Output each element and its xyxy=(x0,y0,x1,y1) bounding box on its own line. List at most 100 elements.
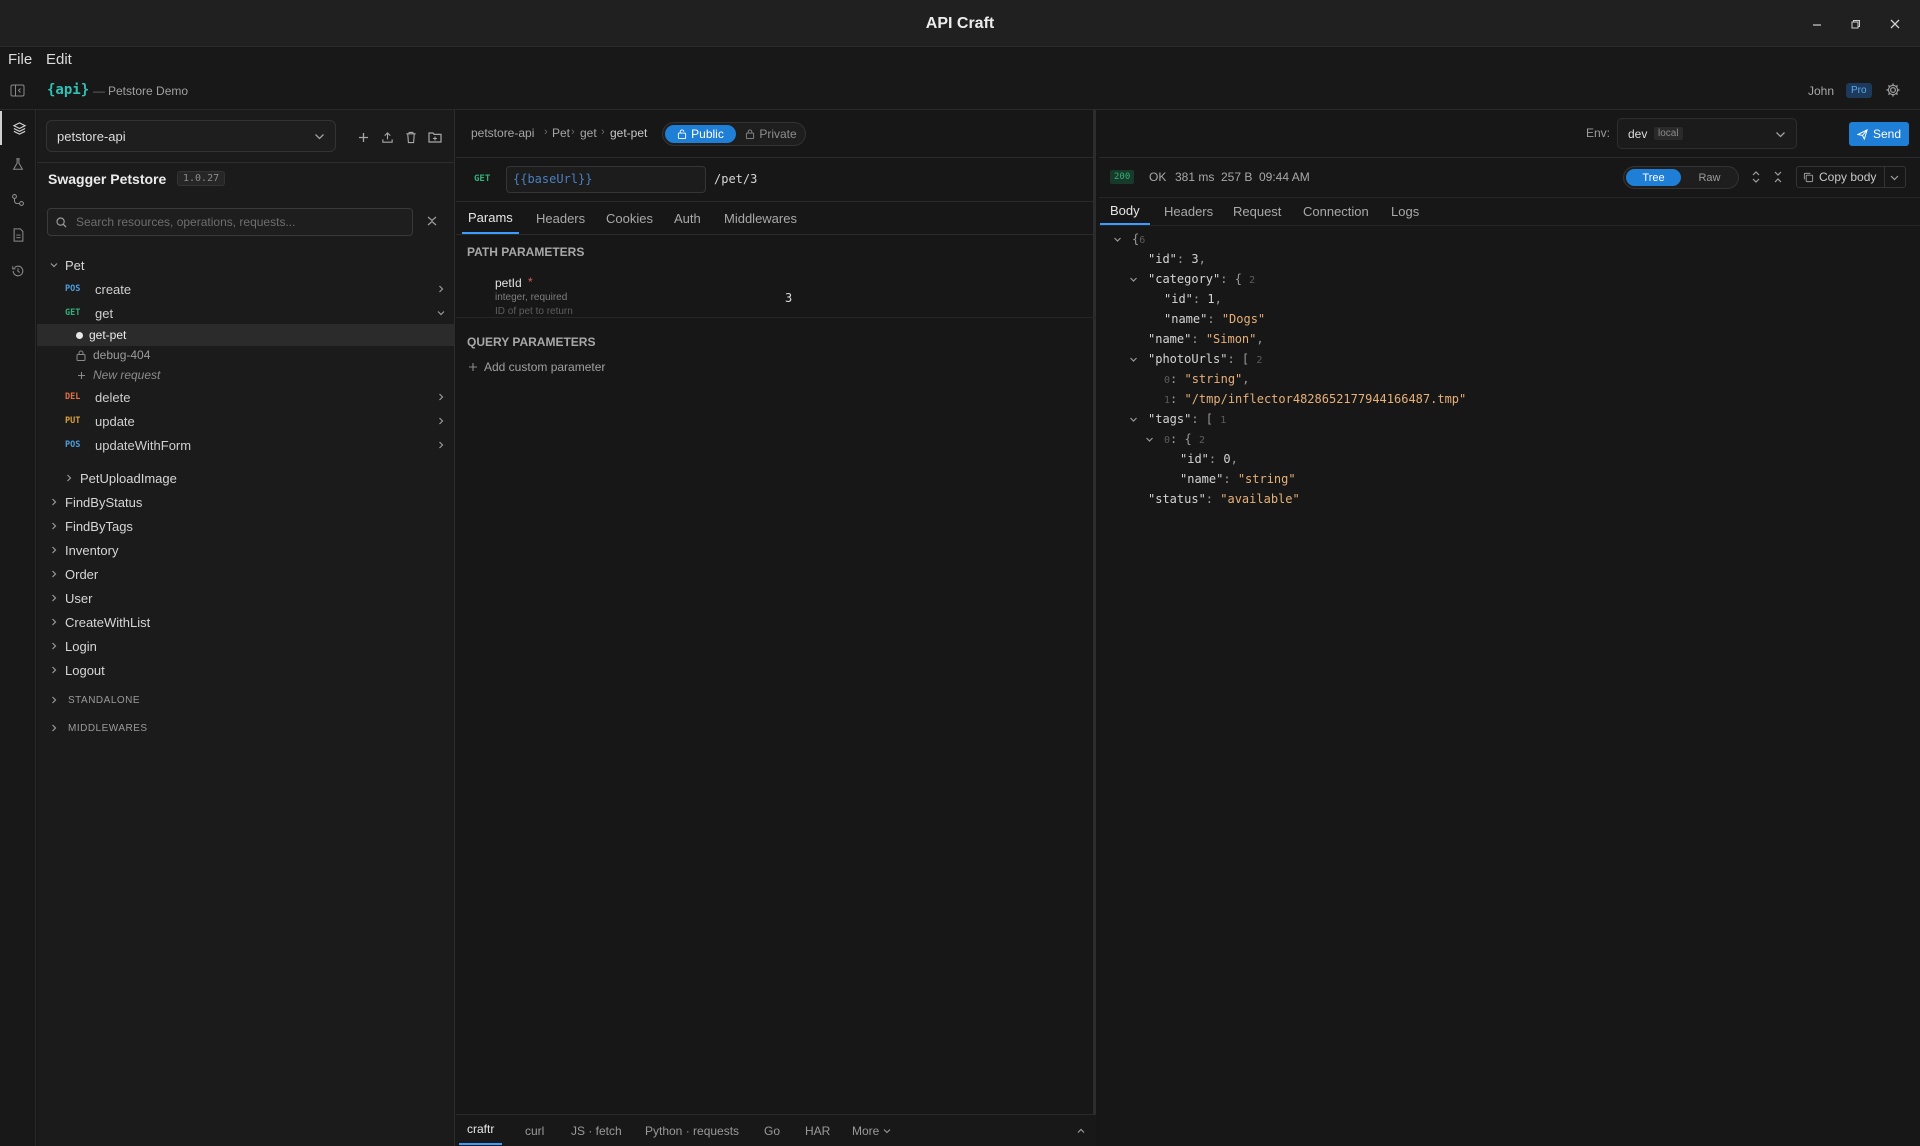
env-select[interactable]: dev local xyxy=(1617,118,1797,149)
operation-update[interactable]: PUT update xyxy=(37,410,455,432)
operation-get[interactable]: GET get xyxy=(37,302,455,324)
code-tab-python-requests[interactable]: Python · requests xyxy=(645,1124,739,1138)
code-tab-go[interactable]: Go xyxy=(764,1124,780,1138)
request-debug-404[interactable]: debug-404 xyxy=(37,344,455,366)
section-middlewares[interactable]: MIDDLEWARES xyxy=(37,717,455,739)
resource-pet[interactable]: Pet xyxy=(37,254,455,276)
chevron-down-icon[interactable] xyxy=(1129,355,1138,364)
json-line: 0: { 2 xyxy=(1164,430,1205,448)
visibility-toggle: Public Private xyxy=(662,122,806,146)
tab-label: Body xyxy=(1110,203,1140,218)
tab-auth[interactable]: Auth xyxy=(674,202,701,234)
tab-middlewares[interactable]: Middlewares xyxy=(724,202,797,234)
status-code-badge: 200 xyxy=(1110,170,1135,184)
json-line: "id": 0, xyxy=(1180,450,1238,468)
breadcrumb-item[interactable]: petstore-api xyxy=(471,126,534,140)
chevron-up-icon[interactable] xyxy=(1076,1126,1086,1136)
code-tab-curl[interactable]: curl xyxy=(525,1124,544,1138)
spec-select[interactable]: petstore-api xyxy=(46,120,336,152)
collapse-all-icon[interactable] xyxy=(426,215,438,227)
tab-headers[interactable]: Headers xyxy=(536,202,585,234)
section-standalone[interactable]: STANDALONE xyxy=(37,689,455,711)
maximize-icon[interactable] xyxy=(1847,16,1865,32)
add-custom-parameter-button[interactable]: Add custom parameter xyxy=(468,360,605,374)
docs-file-icon[interactable] xyxy=(0,218,36,252)
json-token: "id" xyxy=(1164,292,1193,306)
code-tab-craftr[interactable]: craftr xyxy=(459,1115,503,1145)
collapse-all-icon[interactable] xyxy=(1773,171,1783,183)
request-panel: petstore-api › Pet › get › get-pet Publi… xyxy=(456,110,1096,1146)
tab-body[interactable]: Body xyxy=(1100,198,1150,225)
sidebar-toggle-icon[interactable] xyxy=(10,83,25,98)
breadcrumb: petstore-api › Pet › get › get-pet Publi… xyxy=(456,110,1096,158)
resource-createwithlist[interactable]: CreateWithList xyxy=(37,611,455,633)
resource-user[interactable]: User xyxy=(37,587,455,609)
operation-updatewithform[interactable]: POS updateWithForm xyxy=(37,434,455,456)
collections-layers-icon[interactable] xyxy=(0,111,36,145)
new-request-button[interactable]: New request xyxy=(37,364,455,386)
operation-label: updateWithForm xyxy=(95,437,192,453)
resource-findbytags[interactable]: FindByTags xyxy=(37,515,455,537)
upload-icon[interactable] xyxy=(378,128,396,146)
view-tree-button[interactable]: Tree xyxy=(1626,169,1681,186)
json-line: "name": "string" xyxy=(1180,470,1296,488)
code-tab-js-fetch[interactable]: JS · fetch xyxy=(571,1124,622,1138)
base-url-field[interactable]: {{baseUrl}} xyxy=(506,166,706,193)
menu-edit[interactable]: Edit xyxy=(46,51,72,68)
param-value-input[interactable]: 3 xyxy=(785,291,792,305)
json-token: "available" xyxy=(1220,492,1300,506)
resource-order[interactable]: Order xyxy=(37,563,455,585)
history-icon[interactable] xyxy=(0,254,36,288)
menu-file[interactable]: File xyxy=(8,51,32,68)
breadcrumb-item[interactable]: get xyxy=(580,126,597,140)
api-version-badge: 1.0.27 xyxy=(177,171,226,186)
api-title: Swagger Petstore xyxy=(48,171,167,187)
add-plus-icon[interactable] xyxy=(354,128,372,146)
flows-icon[interactable] xyxy=(0,183,36,217)
operation-create[interactable]: POS create xyxy=(37,278,455,300)
tab-request[interactable]: Request xyxy=(1233,198,1281,225)
json-token: 2 xyxy=(1198,435,1205,446)
method-selector[interactable]: GET xyxy=(474,174,490,184)
resource-petuploadimage[interactable]: PetUploadImage xyxy=(37,467,455,489)
settings-gear-icon[interactable] xyxy=(1885,82,1901,98)
visibility-public-button[interactable]: Public xyxy=(665,125,736,143)
resource-logout[interactable]: Logout xyxy=(37,659,455,681)
tab-params[interactable]: Params xyxy=(462,202,519,234)
chevron-down-icon[interactable] xyxy=(1113,235,1122,244)
chevron-down-icon[interactable] xyxy=(1145,435,1154,444)
chevron-down-icon[interactable] xyxy=(1129,415,1138,424)
resource-label: FindByTags xyxy=(65,518,133,534)
tab-cookies[interactable]: Cookies xyxy=(606,202,653,234)
breadcrumb-item[interactable]: Pet xyxy=(552,126,570,140)
tab-logs[interactable]: Logs xyxy=(1391,198,1419,225)
tab-label: Connection xyxy=(1303,204,1369,219)
resource-inventory[interactable]: Inventory xyxy=(37,539,455,561)
request-tabs: Params Headers Cookies Auth Middlewares xyxy=(456,202,1096,235)
tab-connection[interactable]: Connection xyxy=(1303,198,1369,225)
chevron-down-icon[interactable] xyxy=(1129,275,1138,284)
copy-body-button[interactable]: Copy body xyxy=(1796,166,1906,188)
json-token: : [ xyxy=(1227,352,1257,366)
resource-login[interactable]: Login xyxy=(37,635,455,657)
tests-flask-icon[interactable] xyxy=(0,147,36,181)
send-button[interactable]: Send xyxy=(1849,122,1909,146)
json-token: 1 xyxy=(1220,415,1227,426)
minimize-icon[interactable] xyxy=(1808,16,1826,32)
tab-headers[interactable]: Headers xyxy=(1164,198,1213,225)
visibility-private-button[interactable]: Private xyxy=(739,125,803,143)
trash-icon[interactable] xyxy=(402,128,420,146)
search-input[interactable]: Search resources, operations, requests..… xyxy=(47,208,413,236)
user-name[interactable]: John xyxy=(1808,84,1834,98)
resource-findbystatus[interactable]: FindByStatus xyxy=(37,491,455,513)
expand-all-icon[interactable] xyxy=(1751,171,1761,183)
path-input[interactable]: /pet/3 xyxy=(714,172,757,186)
request-get-pet[interactable]: get-pet xyxy=(37,324,455,346)
close-icon[interactable] xyxy=(1886,16,1904,32)
param-type: integer, required xyxy=(495,292,568,303)
code-tab-har[interactable]: HAR xyxy=(805,1124,830,1138)
new-folder-icon[interactable] xyxy=(426,128,444,146)
operation-delete[interactable]: DEL delete xyxy=(37,386,455,408)
view-raw-button[interactable]: Raw xyxy=(1682,169,1737,186)
code-tab-more[interactable]: More xyxy=(852,1124,891,1138)
